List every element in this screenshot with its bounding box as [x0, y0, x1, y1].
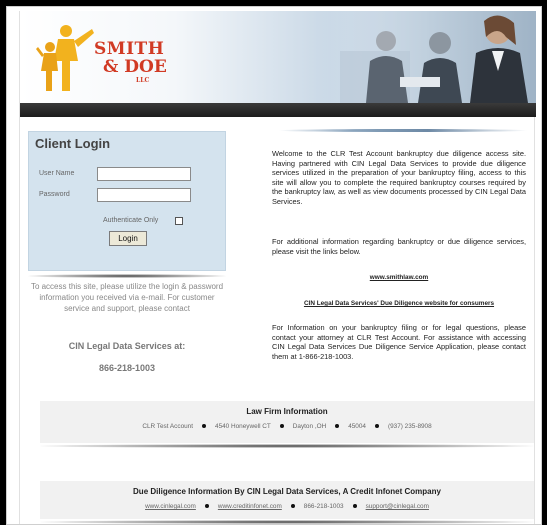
- law-firm-info-title: Law Firm Information: [246, 407, 328, 416]
- bullet-separator: [374, 423, 379, 428]
- law-firm-details: CLR Test Account 4540 Honeywell CT Dayton …: [40, 423, 534, 430]
- law-firm-address: 4540 Honeywell CT: [215, 423, 271, 430]
- content-divider: [278, 129, 528, 132]
- due-diligence-info-box: Due Diligence Information By CIN Legal D…: [40, 481, 534, 519]
- username-label: User Name: [39, 170, 75, 177]
- creditinfonet-link[interactable]: www.creditinfonet.com: [218, 503, 282, 510]
- law-firm-city-state: Dayton ,OH: [292, 423, 327, 430]
- law-firm-phone: (937) 235-8908: [387, 423, 432, 430]
- login-title: Client Login: [35, 136, 111, 151]
- username-input[interactable]: [97, 167, 191, 181]
- site-header: SMITH & DOE LLC: [20, 11, 536, 103]
- additional-info-text: For additional information regarding ban…: [272, 237, 526, 256]
- legal-questions-text: For Information on your bankruptcy filin…: [272, 323, 526, 361]
- due-diligence-phone: 866-218-1003: [303, 503, 344, 510]
- login-instructions: To access this site, please utilize the …: [30, 282, 224, 313]
- cinlegal-link[interactable]: www.cinlegal.com: [145, 503, 196, 510]
- client-login-panel: Client Login User Name Password Authenti…: [28, 131, 226, 271]
- cin-contact-heading: CIN Legal Data Services at:: [68, 341, 186, 351]
- law-firm-name: CLR Test Account: [142, 423, 194, 430]
- smith-doe-logo[interactable]: SMITH & DOE LLC: [36, 21, 176, 95]
- page-content: SMITH & DOE LLC Client Login User Name P…: [19, 11, 536, 524]
- due-diligence-details: www.cinlegal.com www.creditinfonet.com 866…: [40, 503, 534, 510]
- password-input[interactable]: [97, 188, 191, 202]
- logo-text-doe: & DOE: [103, 57, 167, 77]
- cin-contact-phone: 866-218-1003: [98, 363, 156, 373]
- login-button[interactable]: Login: [109, 231, 147, 246]
- bullet-separator: [290, 503, 295, 508]
- cin-consumer-website-link[interactable]: CIN Legal Data Services' Due Diligence w…: [272, 300, 526, 307]
- due-diligence-info-title: Due Diligence Information By CIN Legal D…: [133, 487, 441, 496]
- welcome-text: Welcome to the CLR Test Account bankrupt…: [272, 149, 526, 206]
- business-people-photo: [320, 11, 536, 103]
- law-firm-zip: 45004: [348, 423, 366, 430]
- law-firm-info-box: Law Firm Information CLR Test Account 454…: [40, 401, 534, 443]
- authenticate-only-label: Authenticate Only: [103, 217, 159, 224]
- page-frame: SMITH & DOE LLC Client Login User Name P…: [6, 6, 542, 525]
- law-firm-box-shadow: [40, 444, 534, 448]
- due-diligence-box-shadow: [40, 520, 534, 524]
- bullet-separator: [204, 503, 209, 508]
- figures-logo-icon: [36, 25, 94, 91]
- logo-text-smith: SMITH: [94, 39, 165, 59]
- header-dark-bar: [20, 103, 536, 117]
- bullet-separator: [279, 423, 284, 428]
- logo-text-llc: LLC: [136, 77, 150, 84]
- login-panel-shadow: [28, 274, 226, 278]
- authenticate-only-checkbox[interactable]: [175, 217, 183, 225]
- support-email-link[interactable]: support@cinlegal.com: [366, 503, 429, 510]
- password-label: Password: [39, 191, 70, 198]
- bullet-separator: [202, 423, 207, 428]
- bullet-separator: [335, 423, 340, 428]
- smithlaw-link[interactable]: www.smithlaw.com: [272, 274, 526, 281]
- bullet-separator: [352, 503, 357, 508]
